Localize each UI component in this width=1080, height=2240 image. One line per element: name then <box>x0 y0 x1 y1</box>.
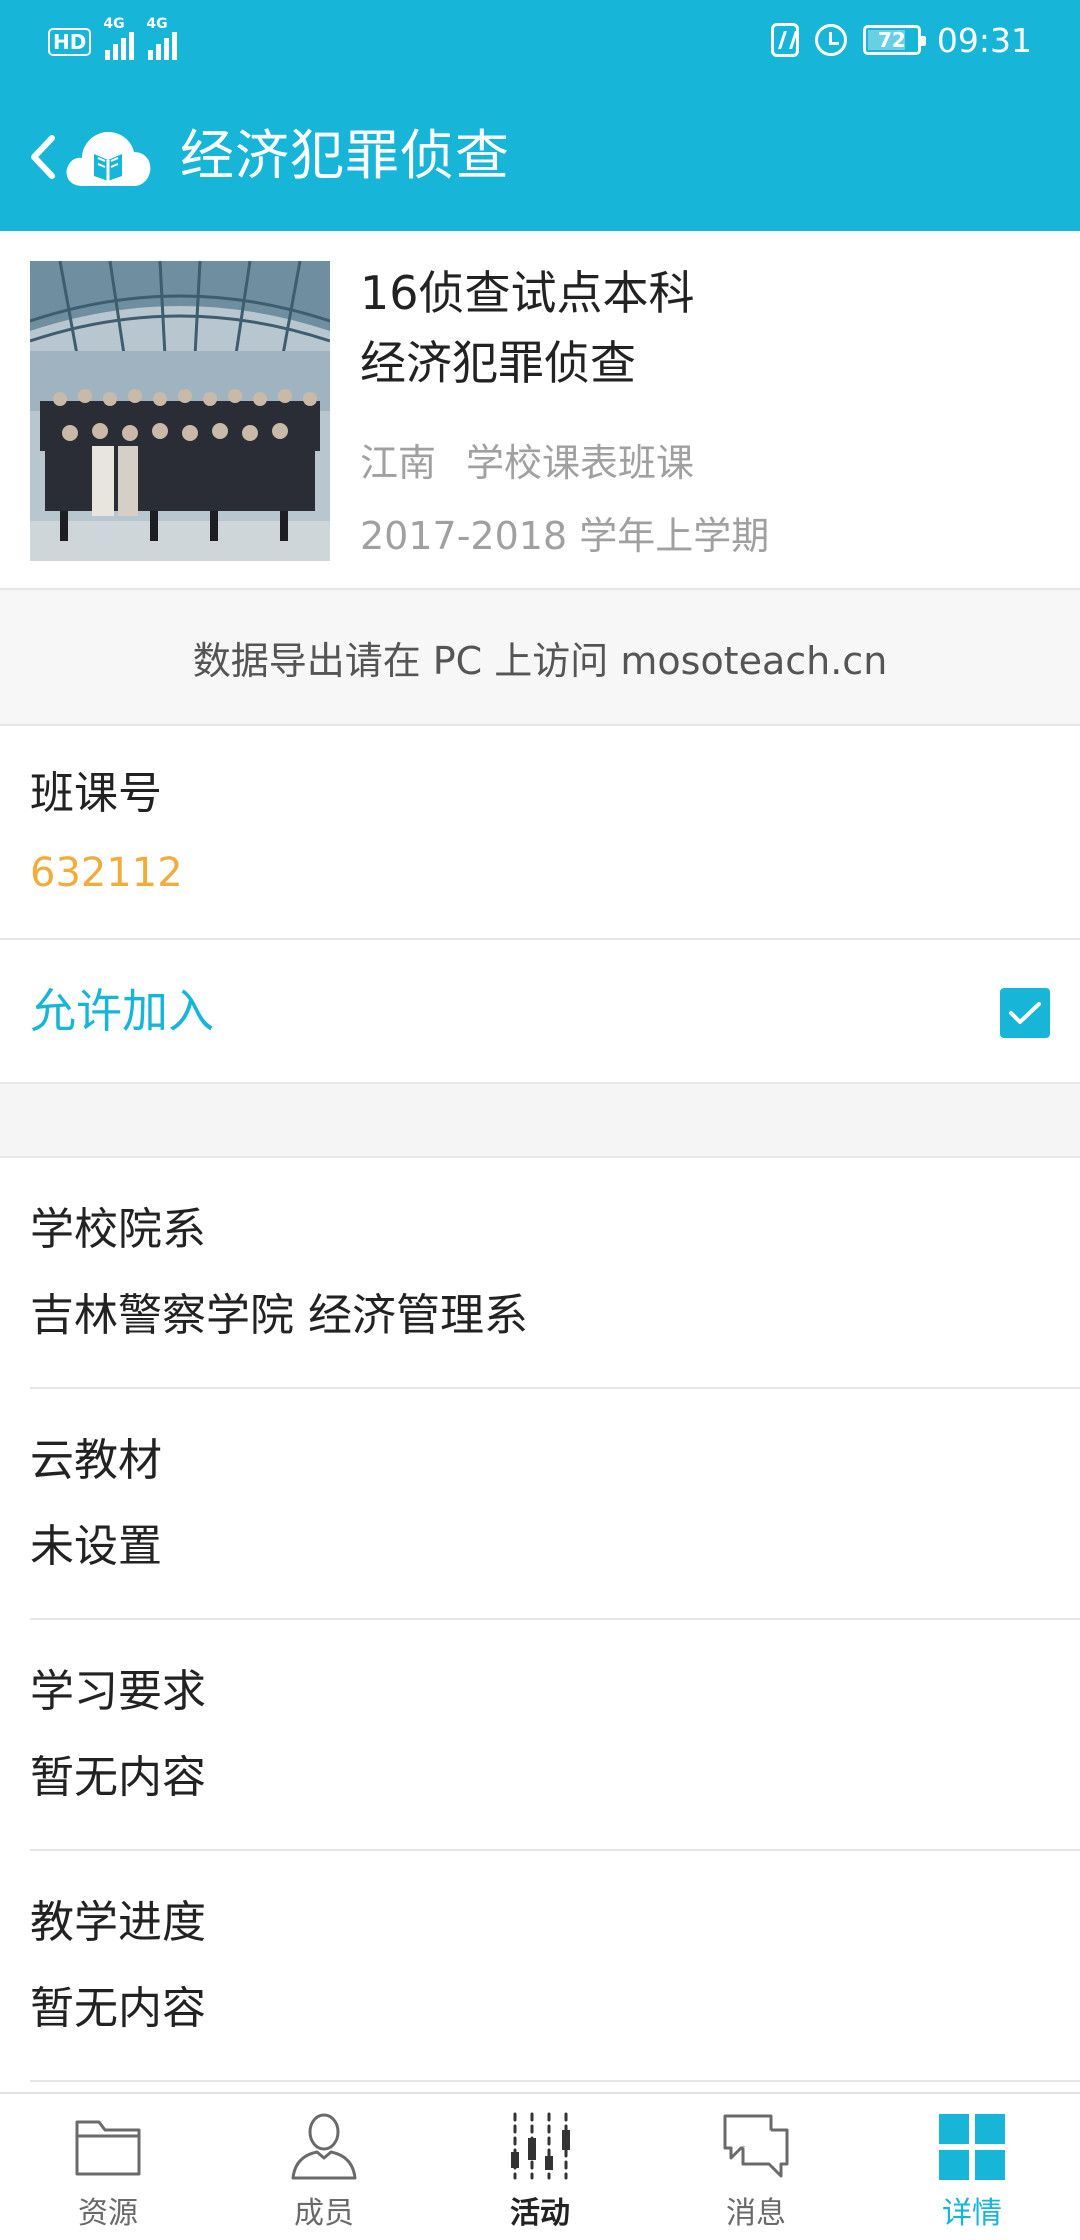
status-right: 72 09:31 <box>770 18 1032 62</box>
checkmark-icon <box>1009 1002 1041 1024</box>
course-card[interactable]: 16侦查试点本科 经济犯罪侦查 江南 学校课表班课 2017-2018 学年上学期 <box>0 231 1080 590</box>
page-title: 经济犯罪侦查 <box>180 124 510 187</box>
course-term: 2017-2018 学年上学期 <box>360 514 770 558</box>
nav-label: 消息 <box>726 2196 786 2231</box>
grid-icon <box>939 2114 1005 2180</box>
signal-icon: 4G <box>146 16 178 60</box>
folder-icon <box>75 2120 141 2176</box>
nav-members[interactable]: 成员 <box>216 2094 432 2240</box>
info-label: 云教材 <box>30 1435 162 1486</box>
course-region: 江南 <box>360 441 437 485</box>
nav-activities[interactable]: 活动 <box>432 2094 648 2240</box>
info-label: 学校院系 <box>30 1204 206 1255</box>
info-item-textbook[interactable]: 云教材 未设置 <box>0 1389 1080 1620</box>
nav-label: 活动 <box>510 2196 570 2231</box>
nav-resources[interactable]: 资源 <box>0 2094 216 2240</box>
nav-details[interactable]: 详情 <box>864 2094 1080 2240</box>
info-value: 暂无内容 <box>30 1752 206 1803</box>
hd-badge: HD <box>48 28 92 56</box>
alarm-icon <box>814 24 847 56</box>
info-item-department[interactable]: 学校院系 吉林警察学院 经济管理系 <box>0 1158 1080 1389</box>
nav-label: 成员 <box>294 2196 354 2231</box>
info-label: 教学进度 <box>30 1897 206 1948</box>
info-value: 未设置 <box>30 1521 162 1572</box>
course-name-line1: 16侦查试点本科 <box>360 266 695 320</box>
allow-join-row[interactable]: 允许加入 <box>0 940 1080 1084</box>
nav-label: 详情 <box>942 2196 1002 2231</box>
battery-level-text: 72 <box>877 28 906 52</box>
back-button[interactable] <box>18 122 68 192</box>
allow-join-checkbox[interactable] <box>1000 988 1050 1038</box>
course-type: 学校课表班课 <box>466 441 695 485</box>
info-value: 吉林警察学院 经济管理系 <box>30 1290 528 1341</box>
nav-messages[interactable]: 消息 <box>648 2094 864 2240</box>
nav-label: 资源 <box>78 2196 138 2231</box>
section-separator <box>0 1084 1080 1158</box>
top-bar: HD 4G 4G 72 09:31 经济犯罪侦查 <box>0 0 1080 231</box>
course-name-line2: 经济犯罪侦查 <box>360 336 636 390</box>
signal-icon: 4G <box>103 16 135 60</box>
status-left: HD 4G 4G <box>48 16 178 60</box>
battery-icon: 72 <box>862 25 926 55</box>
class-code-label: 班课号 <box>30 768 162 819</box>
network-type-1: 4G <box>103 16 125 32</box>
person-icon <box>291 2113 357 2180</box>
network-type-2: 4G <box>146 16 168 32</box>
divider <box>30 2080 1080 2082</box>
chevron-left-icon <box>31 135 55 179</box>
export-notice: 数据导出请在 PC 上访问 mosoteach.cn <box>0 590 1080 726</box>
class-code-section: 班课号 632112 <box>0 726 1080 940</box>
course-meta: 江南 学校课表班课 <box>360 436 694 490</box>
clock: 09:31 <box>936 20 1032 60</box>
info-label: 学习要求 <box>30 1666 206 1717</box>
bottom-nav: 资源 成员 活动 消息 详情 <box>0 2092 1080 2240</box>
info-value: 暂无内容 <box>30 1983 206 2034</box>
info-item-requirements[interactable]: 学习要求 暂无内容 <box>0 1620 1080 1851</box>
chat-icon <box>723 2114 789 2178</box>
sliders-icon <box>511 2112 570 2180</box>
app-bar: 经济犯罪侦查 <box>0 80 1080 231</box>
nfc-icon <box>770 23 799 57</box>
allow-join-label: 允许加入 <box>30 984 214 1038</box>
info-item-progress[interactable]: 教学进度 暂无内容 <box>0 1851 1080 2082</box>
status-bar: HD 4G 4G 72 09:31 <box>0 0 1080 80</box>
class-code-value: 632112 <box>30 850 183 896</box>
course-cover-image <box>30 261 330 561</box>
cloud-book-logo-icon <box>66 132 151 186</box>
